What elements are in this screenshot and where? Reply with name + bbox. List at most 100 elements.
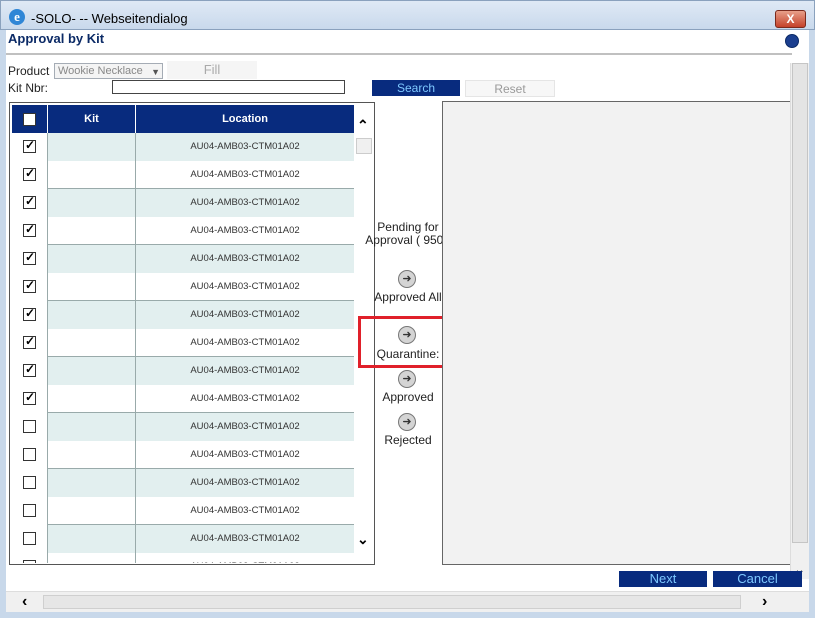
- location-cell: AU04-AMB03-CTM01A02: [136, 189, 354, 217]
- approved-all-label: Approved All: [374, 290, 442, 304]
- close-button[interactable]: X: [775, 10, 806, 28]
- row-checkbox[interactable]: [23, 448, 36, 461]
- kit-cell: [48, 133, 136, 161]
- kit-cell: [48, 273, 136, 301]
- chevron-right-icon[interactable]: ›: [762, 593, 767, 611]
- horizontal-scroll-thumb[interactable]: [43, 595, 741, 609]
- product-select[interactable]: Wookie Necklace ▼: [54, 63, 163, 79]
- row-checkbox[interactable]: [23, 194, 36, 209]
- location-cell: AU04-AMB03-CTM01A02: [136, 469, 354, 497]
- location-cell: AU04-AMB03-CTM01A02: [136, 553, 354, 563]
- kit-cell: [48, 553, 136, 563]
- kit-cell: [48, 413, 136, 441]
- kit-cell: [48, 161, 136, 189]
- grid-scroll-thumb[interactable]: [356, 138, 372, 154]
- rejected-arrow-icon[interactable]: ➜: [398, 413, 416, 431]
- table-row[interactable]: AU04-AMB03-CTM01A02: [12, 525, 354, 553]
- chevron-down-icon[interactable]: ⌄: [357, 531, 369, 548]
- location-cell: AU04-AMB03-CTM01A02: [190, 225, 300, 236]
- ie-icon: e: [9, 9, 25, 25]
- row-select-cell: [12, 301, 48, 329]
- row-select-cell: [12, 497, 48, 525]
- table-row[interactable]: AU04-AMB03-CTM01A02: [12, 469, 354, 497]
- pending-approval-label: Pending for Approval ( 950 ): [365, 220, 451, 247]
- table-row[interactable]: AU04-AMB03-CTM01A02: [12, 441, 354, 469]
- quarantine-highlight: [358, 316, 453, 368]
- table-row[interactable]: AU04-AMB03-CTM01A02: [12, 553, 354, 563]
- column-header-location[interactable]: Location: [136, 105, 354, 133]
- table-row[interactable]: AU04-AMB03-CTM01A02: [12, 329, 354, 357]
- table-row[interactable]: AU04-AMB03-CTM01A02: [12, 497, 354, 525]
- row-checkbox[interactable]: [23, 390, 36, 405]
- table-row[interactable]: AU04-AMB03-CTM01A02: [12, 189, 354, 217]
- kit-cell: [48, 189, 136, 217]
- location-cell: AU04-AMB03-CTM01A02: [190, 505, 300, 516]
- kit-cell: [48, 217, 136, 245]
- page-horizontal-scrollbar[interactable]: ‹ ›: [6, 591, 809, 612]
- kit-cell: [48, 245, 136, 273]
- chevron-left-icon[interactable]: ‹: [22, 593, 27, 611]
- row-checkbox[interactable]: [23, 306, 36, 321]
- row-checkbox[interactable]: [23, 560, 36, 563]
- row-select-cell: [12, 161, 48, 189]
- kit-cell: [48, 497, 136, 525]
- table-row[interactable]: AU04-AMB03-CTM01A02: [12, 357, 354, 385]
- approve-all-arrow-icon[interactable]: ➜: [398, 270, 416, 288]
- table-row[interactable]: AU04-AMB03-CTM01A02: [12, 217, 354, 245]
- row-checkbox[interactable]: [23, 166, 36, 181]
- approved-arrow-icon[interactable]: ➜: [398, 370, 416, 388]
- product-select-value: Wookie Necklace: [58, 65, 143, 77]
- kit-nbr-input[interactable]: [112, 80, 345, 94]
- row-select-cell: [12, 217, 48, 245]
- row-select-cell: [12, 469, 48, 497]
- table-row[interactable]: AU04-AMB03-CTM01A02: [12, 413, 354, 441]
- location-cell: AU04-AMB03-CTM01A02: [190, 337, 300, 348]
- page-scroll-thumb[interactable]: [792, 63, 808, 543]
- location-cell: AU04-AMB03-CTM01A02: [190, 393, 300, 404]
- table-row[interactable]: AU04-AMB03-CTM01A02: [12, 301, 354, 329]
- grid-header: Kit Location: [12, 105, 354, 133]
- approved-label: Approved: [382, 390, 434, 404]
- location-cell: AU04-AMB03-CTM01A02: [190, 281, 300, 292]
- help-icon[interactable]: [785, 34, 799, 48]
- kit-cell: [48, 469, 136, 497]
- table-row[interactable]: AU04-AMB03-CTM01A02: [12, 385, 354, 413]
- location-cell: AU04-AMB03-CTM01A02: [136, 133, 354, 161]
- row-checkbox[interactable]: [23, 138, 36, 153]
- chevron-down-icon: ▼: [151, 67, 160, 77]
- row-select-cell: [12, 245, 48, 273]
- row-select-cell: [12, 413, 48, 441]
- row-checkbox[interactable]: [23, 420, 36, 433]
- row-checkbox[interactable]: [23, 250, 36, 265]
- table-row[interactable]: AU04-AMB03-CTM01A02: [12, 245, 354, 273]
- next-button[interactable]: Next: [619, 571, 707, 587]
- select-all-checkbox[interactable]: [23, 112, 36, 126]
- chevron-up-icon[interactable]: ⌃: [357, 117, 369, 134]
- row-checkbox[interactable]: [23, 504, 36, 517]
- row-checkbox[interactable]: [23, 278, 36, 293]
- page-title: Approval by Kit: [8, 31, 105, 46]
- table-row[interactable]: AU04-AMB03-CTM01A02: [12, 273, 354, 301]
- page-vertical-scrollbar[interactable]: ⌄: [790, 63, 809, 579]
- kit-grid: Kit Location AU04-AMB03-CTM01A02AU04-AMB…: [9, 102, 375, 565]
- table-row[interactable]: AU04-AMB03-CTM01A02: [12, 133, 354, 161]
- kit-cell: [48, 385, 136, 413]
- row-select-cell: [12, 357, 48, 385]
- cancel-button[interactable]: Cancel: [713, 571, 802, 587]
- table-row[interactable]: AU04-AMB03-CTM01A02: [12, 161, 354, 189]
- column-header-kit[interactable]: Kit: [48, 105, 136, 133]
- row-checkbox[interactable]: [23, 476, 36, 489]
- row-checkbox[interactable]: [23, 334, 36, 349]
- reset-button[interactable]: Reset: [465, 80, 555, 97]
- row-checkbox[interactable]: [23, 362, 36, 377]
- row-checkbox[interactable]: [23, 532, 36, 545]
- location-cell: AU04-AMB03-CTM01A02: [136, 301, 354, 329]
- row-checkbox[interactable]: [23, 222, 36, 237]
- header-select-all: [12, 105, 48, 133]
- kit-cell: [48, 525, 136, 553]
- kit-cell: [48, 357, 136, 385]
- fill-button[interactable]: Fill: [167, 61, 257, 79]
- location-cell: AU04-AMB03-CTM01A02: [136, 525, 354, 553]
- search-button[interactable]: Search: [372, 80, 460, 96]
- row-select-cell: [12, 525, 48, 553]
